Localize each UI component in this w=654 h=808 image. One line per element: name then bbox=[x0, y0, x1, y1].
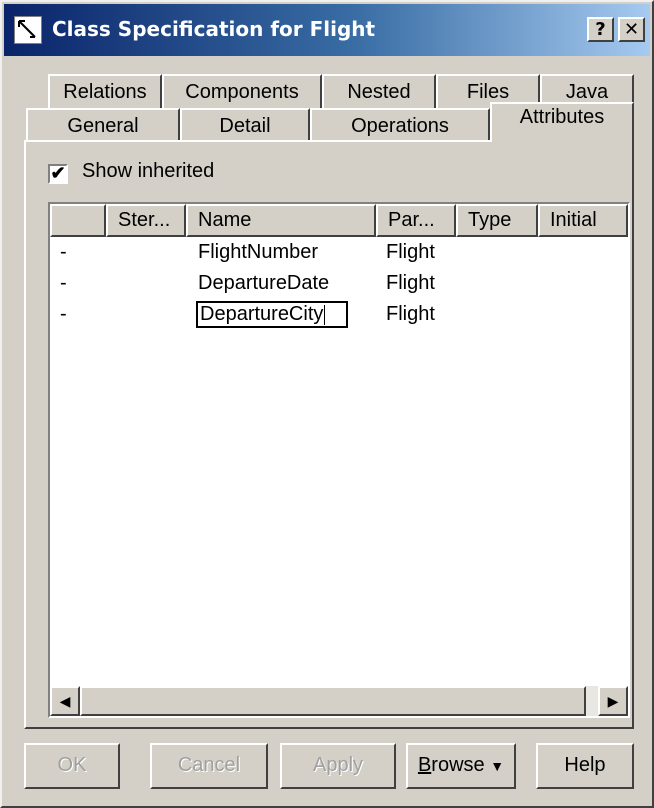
attribute-parent: Flight bbox=[386, 241, 435, 263]
browse-label: rowse bbox=[431, 754, 485, 776]
tab-detail[interactable]: Detail bbox=[180, 108, 310, 144]
title-bar[interactable]: Class Specification for Flight ? ✕ bbox=[4, 4, 650, 56]
attribute-row[interactable]: - DepartureDate Flight bbox=[50, 268, 628, 299]
right-arrow-icon: ▶ bbox=[607, 693, 619, 709]
checkmark-icon: ✔ bbox=[50, 163, 66, 183]
column-header-initial[interactable]: Initial bbox=[538, 204, 628, 237]
tab-relations[interactable]: Relations bbox=[48, 74, 162, 110]
attribute-name: FlightNumber bbox=[198, 241, 319, 263]
attribute-name: DepartureCity bbox=[200, 303, 324, 325]
help-icon: ? bbox=[595, 19, 606, 40]
app-icon bbox=[14, 16, 42, 44]
tab-attributes[interactable]: Attributes bbox=[490, 102, 634, 142]
scroll-right-button[interactable]: ▶ bbox=[598, 686, 628, 716]
ok-button[interactable]: OK bbox=[24, 743, 120, 789]
attribute-parent: Flight bbox=[386, 303, 435, 325]
attributes-list[interactable]: Ster... Name Par... Type Initial - Fligh… bbox=[48, 202, 630, 718]
row-marker: - bbox=[60, 241, 67, 263]
help-button[interactable]: ? bbox=[587, 17, 614, 42]
attribute-name: DepartureDate bbox=[198, 272, 330, 294]
tab-operations[interactable]: Operations bbox=[310, 108, 490, 144]
column-header-marker[interactable] bbox=[50, 204, 106, 237]
attribute-parent: Flight bbox=[386, 272, 435, 294]
column-header-name[interactable]: Name bbox=[186, 204, 376, 237]
row-marker: - bbox=[60, 303, 67, 325]
tab-general[interactable]: General bbox=[26, 108, 180, 144]
column-header-parent[interactable]: Par... bbox=[376, 204, 456, 237]
text-caret bbox=[324, 304, 326, 325]
column-header-type[interactable]: Type bbox=[456, 204, 538, 237]
column-header-stereotype[interactable]: Ster... bbox=[106, 204, 186, 237]
cancel-button[interactable]: Cancel bbox=[150, 743, 268, 789]
tab-components[interactable]: Components bbox=[162, 74, 322, 110]
close-button[interactable]: ✕ bbox=[618, 17, 645, 42]
scrollbar-thumb[interactable] bbox=[80, 686, 586, 716]
attribute-row[interactable]: - FlightNumber Flight bbox=[50, 237, 628, 268]
chevron-down-icon: ▼ bbox=[490, 758, 505, 774]
browse-button[interactable]: Browse ▼ bbox=[406, 743, 516, 789]
show-inherited-label: Show inherited bbox=[82, 160, 215, 182]
window-title: Class Specification for Flight bbox=[52, 17, 376, 41]
left-arrow-icon: ◀ bbox=[59, 693, 71, 709]
show-inherited-checkbox[interactable]: ✔ bbox=[48, 164, 68, 184]
help-dialog-button[interactable]: Help bbox=[536, 743, 634, 789]
browse-label-accelerator: B bbox=[417, 754, 432, 776]
attribute-name-edit-field[interactable]: DepartureCity bbox=[196, 301, 348, 328]
tab-nested[interactable]: Nested bbox=[322, 74, 436, 110]
attribute-row[interactable]: - DepartureCity Flight bbox=[50, 299, 628, 330]
apply-button[interactable]: Apply bbox=[280, 743, 396, 789]
row-marker: - bbox=[60, 272, 67, 294]
class-specification-dialog: Class Specification for Flight ? ✕ Relat… bbox=[0, 0, 654, 808]
close-icon: ✕ bbox=[623, 19, 640, 40]
horizontal-scrollbar[interactable]: ◀ ▶ bbox=[50, 686, 628, 716]
scroll-left-button[interactable]: ◀ bbox=[50, 686, 80, 716]
